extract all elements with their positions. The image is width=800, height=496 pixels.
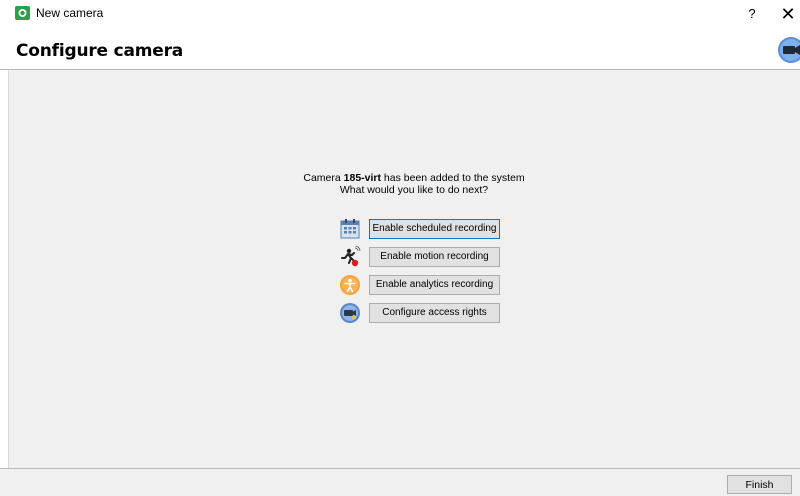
action-row-analytics: Enable analytics recording <box>339 274 509 296</box>
camera-name: 185-virt <box>343 172 381 184</box>
message-prefix: Camera <box>303 172 344 184</box>
close-button[interactable]: ✕ <box>776 2 800 26</box>
header: Configure camera <box>0 30 800 70</box>
action-row-access: Configure access rights <box>339 302 509 324</box>
content-area: Camera 185-virt has been added to the sy… <box>8 70 800 468</box>
enable-motion-recording-button[interactable]: Enable motion recording <box>369 247 500 267</box>
enable-scheduled-recording-button[interactable]: Enable scheduled recording <box>369 219 500 239</box>
access-rights-icon <box>340 303 360 323</box>
help-button[interactable]: ? <box>742 4 762 24</box>
action-row-scheduled: Enable scheduled recording <box>339 218 509 240</box>
calendar-icon <box>340 219 360 239</box>
motion-runner-icon <box>341 246 361 267</box>
action-row-motion: Enable motion recording <box>339 246 509 268</box>
finish-button[interactable]: Finish <box>727 475 792 494</box>
app-icon <box>15 6 30 20</box>
window-title: New camera <box>36 6 104 20</box>
message-line-2: What would you like to do next? <box>339 184 489 196</box>
page-title: Configure camera <box>16 41 184 61</box>
enable-analytics-recording-button[interactable]: Enable analytics recording <box>369 275 500 295</box>
message-suffix: has been added to the system <box>381 172 525 184</box>
camera-icon <box>778 37 800 63</box>
analytics-person-icon <box>340 275 360 295</box>
title-bar: New camera ? ✕ <box>0 0 800 30</box>
message-line-1: Camera 185-virt has been added to the sy… <box>9 172 800 184</box>
status-message: Camera 185-virt has been added to the sy… <box>9 172 800 196</box>
footer: Finish <box>0 468 800 496</box>
configure-access-rights-button[interactable]: Configure access rights <box>369 303 500 323</box>
